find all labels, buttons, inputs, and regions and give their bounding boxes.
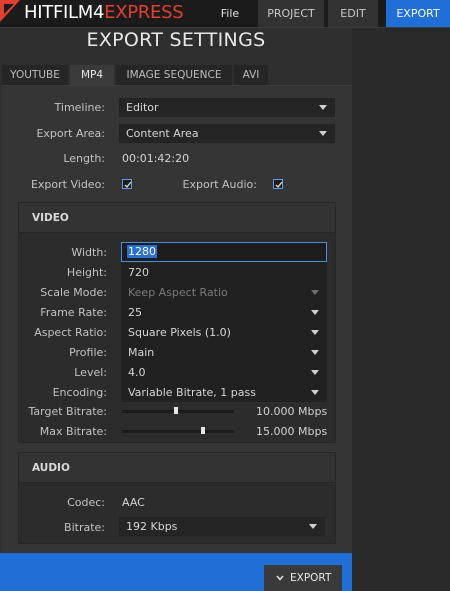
hitfilm-logo-icon	[0, 0, 20, 22]
max-bitrate-unit: Mbps	[298, 425, 328, 438]
encoding-select[interactable]: Variable Bitrate, 1 pass	[121, 383, 327, 402]
max-bitrate-slider[interactable]	[122, 430, 234, 433]
length-value: 00:01:42:20	[122, 152, 190, 165]
width-value: 1280	[127, 245, 157, 258]
page-title: EXPORT SETTINGS	[86, 29, 266, 51]
aspect-ratio-label: Aspect Ratio:	[34, 326, 107, 339]
aspect-ratio-select[interactable]: Square Pixels (1.0)	[121, 323, 327, 342]
profile-value: Main	[128, 346, 155, 359]
chevron-down-icon	[311, 390, 319, 395]
timeline-select[interactable]: Editor	[119, 98, 335, 117]
top-bar: HITFILM4EXPRESS File PROJECT EDIT EXPORT	[0, 0, 450, 27]
profile-select[interactable]: Main	[121, 343, 327, 362]
max-bitrate-value: 15.000	[256, 425, 295, 438]
width-input[interactable]: 1280	[121, 242, 327, 262]
frame-rate-select[interactable]: 25	[121, 303, 327, 322]
video-section-title: VIDEO	[32, 212, 69, 224]
export-button-label: EXPORT	[290, 572, 332, 584]
max-bitrate-label: Max Bitrate:	[39, 425, 107, 438]
timeline-label: Timeline:	[54, 101, 105, 114]
max-bitrate-handle[interactable]	[201, 427, 205, 434]
export-area-label: Export Area:	[36, 127, 105, 140]
codec-label: Codec:	[67, 496, 105, 509]
chevron-down-icon	[309, 524, 317, 529]
frame-rate-label: Frame Rate:	[40, 306, 107, 319]
video-section-header: VIDEO	[19, 203, 335, 233]
chevron-down-icon	[311, 310, 319, 315]
target-bitrate-label: Target Bitrate:	[28, 405, 108, 418]
nav-export[interactable]: EXPORT	[386, 0, 450, 27]
app-logo: HITFILM4EXPRESS	[24, 2, 184, 23]
export-audio-label: Export Audio:	[182, 178, 257, 191]
target-bitrate-slider[interactable]	[122, 410, 234, 413]
timeline-value: Editor	[126, 101, 159, 114]
chevron-down-icon	[311, 330, 319, 335]
tab-image-sequence[interactable]: IMAGE SEQUENCE	[116, 65, 232, 85]
export-area-select[interactable]: Content Area	[119, 124, 335, 143]
level-label: Level:	[74, 366, 107, 379]
length-label: Length:	[63, 152, 105, 165]
tab-avi[interactable]: AVI	[234, 65, 268, 85]
height-label: Height:	[66, 266, 107, 279]
chevron-down-icon	[311, 290, 319, 295]
encoding-value: Variable Bitrate, 1 pass	[128, 386, 256, 399]
audio-bitrate-label: Bitrate:	[64, 521, 105, 534]
chevron-down-icon	[319, 131, 327, 136]
audio-section-title: AUDIO	[32, 462, 70, 474]
audio-section-header: AUDIO	[19, 453, 335, 483]
aspect-ratio-value: Square Pixels (1.0)	[128, 326, 231, 339]
codec-value: AAC	[122, 496, 145, 509]
scale-mode-value: Keep Aspect Ratio	[128, 286, 228, 299]
export-button[interactable]: EXPORT	[264, 565, 342, 591]
right-workspace	[352, 28, 450, 591]
target-bitrate-value: 10.000	[256, 405, 295, 418]
nav-edit[interactable]: EDIT	[328, 0, 378, 27]
export-video-label: Export Video:	[30, 178, 105, 191]
target-bitrate-handle[interactable]	[174, 407, 178, 414]
encoding-label: Encoding:	[52, 386, 107, 399]
scale-mode-select[interactable]: Keep Aspect Ratio	[121, 283, 327, 302]
tab-mp4[interactable]: MP4	[70, 65, 114, 85]
chevron-down-icon	[276, 575, 284, 581]
export-video-checkbox[interactable]	[122, 179, 132, 189]
export-audio-checkbox[interactable]	[273, 179, 283, 189]
nav-file[interactable]: File	[208, 0, 252, 27]
scale-mode-label: Scale Mode:	[40, 286, 107, 299]
export-area-value: Content Area	[126, 127, 199, 140]
level-value: 4.0	[128, 366, 146, 379]
height-input[interactable]: 720	[128, 266, 149, 279]
audio-bitrate-value: 192 Kbps	[126, 520, 178, 533]
logo-main: HITFILM4	[24, 2, 105, 23]
profile-label: Profile:	[69, 346, 107, 359]
level-select[interactable]: 4.0	[121, 363, 327, 382]
chevron-down-icon	[311, 370, 319, 375]
checkmark-icon	[275, 181, 283, 189]
chevron-down-icon	[319, 105, 327, 110]
tab-youtube[interactable]: YOUTUBE	[2, 65, 68, 85]
chevron-down-icon	[311, 350, 319, 355]
width-label: Width:	[71, 246, 107, 259]
audio-bitrate-select[interactable]: 192 Kbps	[119, 517, 325, 536]
nav-project[interactable]: PROJECT	[258, 0, 324, 27]
checkmark-icon	[124, 181, 132, 189]
target-bitrate-unit: Mbps	[298, 405, 328, 418]
frame-rate-value: 25	[128, 306, 142, 319]
logo-accent: EXPRESS	[104, 2, 184, 23]
